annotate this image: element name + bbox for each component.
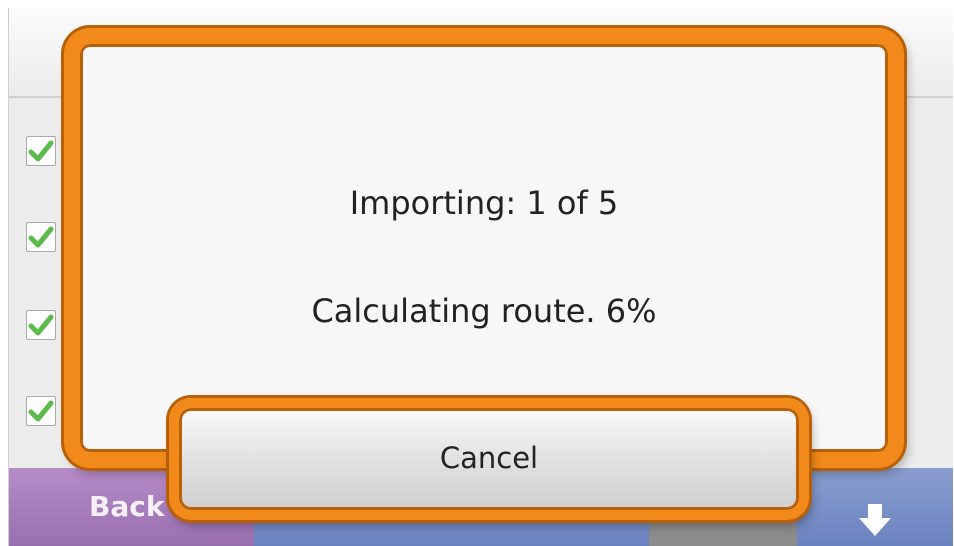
- route-checkbox[interactable]: [26, 396, 56, 426]
- checkmark-icon: [28, 140, 54, 162]
- device-screen: Back Importing: 1 of 5 Calculating route…: [8, 8, 953, 546]
- route-checkbox[interactable]: [26, 222, 56, 252]
- route-calculation-status-text: Calculating route. 6%: [311, 292, 657, 330]
- scroll-down-button[interactable]: [797, 468, 953, 546]
- checkmark-icon: [28, 314, 54, 336]
- import-status-text: Importing: 1 of 5: [349, 184, 619, 222]
- cancel-button[interactable]: Cancel: [169, 398, 809, 520]
- route-checkbox[interactable]: [26, 136, 56, 166]
- checkmark-icon: [28, 226, 54, 248]
- route-checkbox[interactable]: [26, 310, 56, 340]
- checkmark-icon: [28, 400, 54, 422]
- arrow-down-icon: [859, 504, 891, 536]
